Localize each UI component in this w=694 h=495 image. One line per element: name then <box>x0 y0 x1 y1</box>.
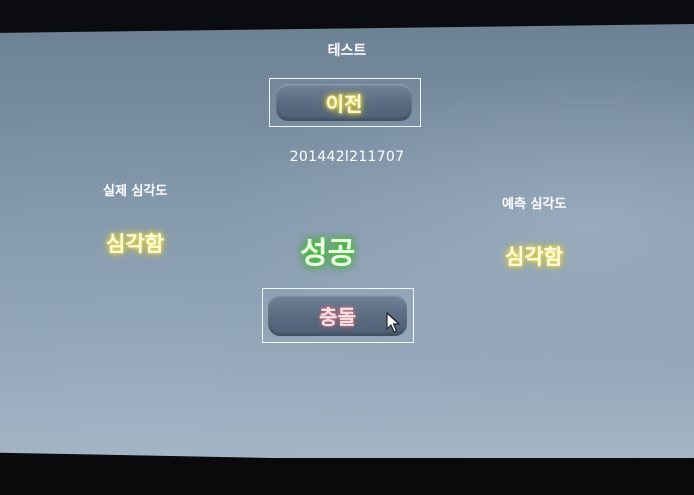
actual-severity-label: 실제 심각도 <box>103 184 168 199</box>
predicted-severity-value: 심각함 <box>505 245 563 269</box>
record-id: 201442l211707 <box>289 149 405 165</box>
page-title: 테스트 <box>327 43 367 59</box>
mouse-pointer-icon <box>386 312 400 333</box>
prev-button[interactable]: 이전 <box>276 84 412 121</box>
monitor-bezel: 테스트 이전 201442l211707 실제 심각도 심각함 성공 예측 심각… <box>0 0 694 495</box>
actual-severity-value: 심각함 <box>106 232 164 256</box>
prev-button-label: 이전 <box>325 92 363 116</box>
predicted-severity-label: 예측 심각도 <box>502 197 567 212</box>
monitor-bottom-bezel <box>0 458 694 495</box>
crash-button-label: 충돌 <box>319 305 356 329</box>
result-text: 성공 <box>300 236 356 271</box>
